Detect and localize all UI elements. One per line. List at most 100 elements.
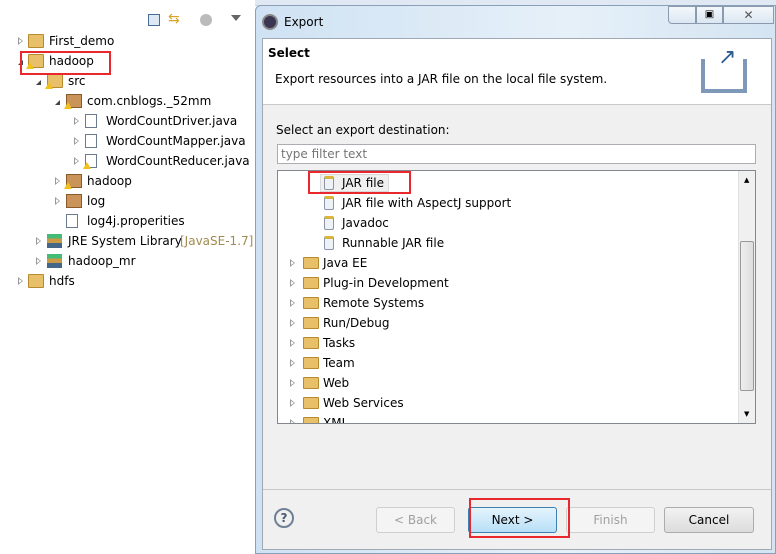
tree-item[interactable]: JRE System Library [JavaSE-1.7] bbox=[0, 232, 255, 250]
tree-item[interactable]: log bbox=[0, 192, 255, 210]
tree-item[interactable]: log4j.properities bbox=[0, 212, 255, 230]
collapsed-arrow-icon[interactable] bbox=[290, 339, 295, 347]
collapsed-arrow-icon[interactable] bbox=[74, 157, 79, 165]
collapsed-arrow-icon[interactable] bbox=[290, 399, 295, 407]
collapsed-arrow-icon[interactable] bbox=[18, 37, 23, 45]
destination-item[interactable]: Tasks bbox=[278, 334, 738, 352]
tree-item-suffix: [JavaSE-1.7] bbox=[180, 234, 254, 248]
folder-icon bbox=[303, 337, 319, 349]
tree-item[interactable]: hdfs bbox=[0, 272, 255, 290]
destination-item-label: Runnable JAR file bbox=[342, 236, 445, 250]
project-folder-icon bbox=[28, 274, 44, 288]
expanded-arrow-icon[interactable] bbox=[55, 100, 60, 105]
tree-item-label: WordCountMapper.java bbox=[106, 134, 246, 148]
collapsed-arrow-icon[interactable] bbox=[290, 359, 295, 367]
warning-icon bbox=[45, 82, 53, 89]
destination-item[interactable]: JAR file with AspectJ support bbox=[278, 194, 738, 212]
tree-item-label: WordCountReducer.java bbox=[106, 154, 250, 168]
tree-item-label: log4j.properities bbox=[87, 214, 185, 228]
view-menu-icon[interactable] bbox=[231, 15, 241, 21]
jar-icon bbox=[324, 236, 334, 250]
folder-icon bbox=[303, 317, 319, 329]
destination-item[interactable]: Plug-in Development bbox=[278, 274, 738, 292]
maximize-button[interactable]: ▣ bbox=[696, 6, 723, 24]
collapsed-arrow-icon[interactable] bbox=[290, 259, 295, 267]
scroll-down-icon[interactable]: ▼ bbox=[744, 411, 749, 418]
destination-item[interactable]: XML bbox=[278, 414, 738, 424]
destination-item-label: Tasks bbox=[323, 336, 356, 350]
destination-item[interactable]: Web bbox=[278, 374, 738, 392]
tree-item[interactable]: com.cnblogs._52mm bbox=[0, 92, 255, 110]
collapsed-arrow-icon[interactable] bbox=[290, 299, 295, 307]
collapsed-arrow-icon[interactable] bbox=[290, 319, 295, 327]
wizard-description: Export resources into a JAR file on the … bbox=[275, 72, 608, 86]
collapse-all-icon[interactable] bbox=[148, 14, 160, 26]
collapsed-arrow-icon[interactable] bbox=[290, 419, 295, 423]
collapsed-arrow-icon[interactable] bbox=[36, 237, 41, 245]
library-icon bbox=[47, 254, 62, 268]
tree-item-label: hadoop_mr bbox=[68, 254, 136, 268]
tree-item[interactable]: hadoop_mr bbox=[0, 252, 255, 270]
folder-icon bbox=[303, 417, 319, 423]
help-button[interactable]: ? bbox=[274, 508, 294, 528]
expanded-arrow-icon[interactable] bbox=[36, 80, 41, 85]
collapsed-arrow-icon[interactable] bbox=[290, 279, 295, 287]
collapsed-arrow-icon[interactable] bbox=[55, 177, 60, 185]
close-button[interactable]: ✕ bbox=[723, 6, 774, 24]
collapsed-arrow-icon[interactable] bbox=[36, 257, 41, 265]
javadoc-icon bbox=[324, 216, 334, 230]
destination-item[interactable]: Runnable JAR file bbox=[278, 234, 738, 252]
tree-item[interactable]: WordCountDriver.java bbox=[0, 112, 255, 130]
destination-item[interactable]: Java EE bbox=[278, 254, 738, 272]
tree-item[interactable]: hadoop bbox=[0, 172, 255, 190]
eclipse-icon bbox=[262, 14, 278, 30]
folder-icon bbox=[303, 357, 319, 369]
destination-item-label: XML bbox=[323, 416, 349, 424]
view-options-icon[interactable] bbox=[200, 14, 212, 26]
filter-input[interactable] bbox=[277, 144, 756, 164]
tree-item[interactable]: WordCountReducer.java bbox=[0, 152, 255, 170]
destination-item[interactable]: Javadoc bbox=[278, 214, 738, 232]
tree-item-label: First_demo bbox=[49, 34, 115, 48]
highlight-box bbox=[308, 171, 411, 194]
cancel-button[interactable]: Cancel bbox=[664, 507, 754, 533]
destination-item[interactable]: Web Services bbox=[278, 394, 738, 412]
minimize-button[interactable] bbox=[668, 6, 696, 24]
tree-item[interactable]: First_demo bbox=[0, 32, 255, 50]
folder-icon bbox=[303, 377, 319, 389]
highlight-box bbox=[469, 498, 570, 538]
package-icon bbox=[66, 194, 82, 208]
finish-button[interactable]: Finish bbox=[566, 507, 655, 533]
export-dialog: Export ▣ ✕ Select Export resources into … bbox=[255, 5, 776, 554]
scrollbar-thumb[interactable] bbox=[740, 241, 754, 391]
destination-item-label: Web bbox=[323, 376, 350, 390]
link-with-editor-icon[interactable]: ⇆ bbox=[168, 12, 180, 26]
java-file-icon bbox=[85, 134, 97, 148]
collapsed-arrow-icon[interactable] bbox=[290, 379, 295, 387]
folder-icon bbox=[303, 257, 319, 269]
destination-item-label: Run/Debug bbox=[323, 316, 390, 330]
tree-item-label: log bbox=[87, 194, 106, 208]
properties-file-icon bbox=[66, 214, 78, 228]
destination-item-label: JAR file with AspectJ support bbox=[342, 196, 512, 210]
jar-icon bbox=[324, 196, 334, 210]
destination-item-label: Remote Systems bbox=[323, 296, 425, 310]
scrollbar[interactable]: ▲ ▼ bbox=[738, 171, 755, 423]
warning-icon bbox=[83, 162, 91, 169]
collapsed-arrow-icon[interactable] bbox=[74, 137, 79, 145]
destination-item[interactable]: Team bbox=[278, 354, 738, 372]
destination-label: Select an export destination: bbox=[276, 123, 450, 137]
scroll-up-icon[interactable]: ▲ bbox=[744, 177, 749, 184]
destination-item[interactable]: Run/Debug bbox=[278, 314, 738, 332]
highlight-box bbox=[20, 51, 111, 75]
destination-item[interactable]: Remote Systems bbox=[278, 294, 738, 312]
tree-item-label: hadoop bbox=[87, 174, 132, 188]
back-button[interactable]: < Back bbox=[376, 507, 455, 533]
warning-icon bbox=[64, 102, 72, 109]
collapsed-arrow-icon[interactable] bbox=[55, 197, 60, 205]
collapsed-arrow-icon[interactable] bbox=[18, 277, 23, 285]
folder-icon bbox=[303, 297, 319, 309]
collapsed-arrow-icon[interactable] bbox=[74, 117, 79, 125]
dialog-title: Export bbox=[284, 15, 324, 29]
tree-item[interactable]: WordCountMapper.java bbox=[0, 132, 255, 150]
